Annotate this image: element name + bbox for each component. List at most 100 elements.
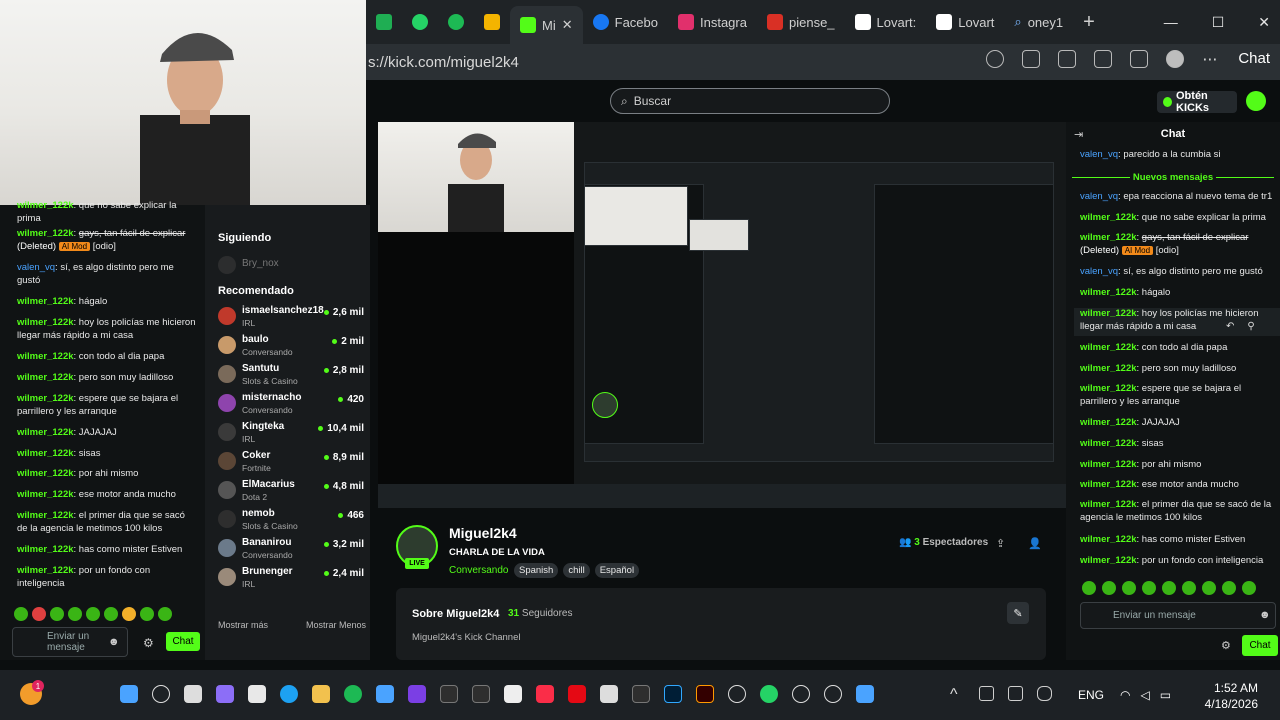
- app-icon[interactable]: [504, 685, 522, 703]
- chat-username[interactable]: wilmer_122k: [1080, 417, 1137, 428]
- chat-username[interactable]: wilmer_122k: [17, 372, 74, 383]
- chat-username[interactable]: valen_vq: [17, 262, 55, 273]
- photoshop-icon[interactable]: [664, 685, 682, 703]
- url-text[interactable]: s://kick.com/miguel2k4: [366, 54, 519, 71]
- recommended-item[interactable]: ismaelsanchez18 IRL 2,6 mil: [218, 305, 370, 334]
- folder-icon[interactable]: [312, 685, 330, 703]
- copilot-chat[interactable]: Chat: [1238, 50, 1270, 68]
- chat-username[interactable]: wilmer_122k: [1080, 287, 1137, 298]
- app-icon[interactable]: [856, 685, 874, 703]
- search-input[interactable]: ⌕ Buscar: [610, 88, 890, 114]
- recommended-item[interactable]: Santutu Slots & Casino 2,8 mil: [218, 363, 370, 392]
- chat-username[interactable]: wilmer_122k: [17, 489, 74, 500]
- recommended-item[interactable]: nemob Slots & Casino 466: [218, 508, 370, 537]
- tab-pdf[interactable]: piense_: [757, 5, 845, 39]
- tab-lovart-1[interactable]: Lovart:: [845, 5, 927, 39]
- language-indicator[interactable]: ENG: [1078, 688, 1104, 702]
- show-more-button[interactable]: Mostrar más: [218, 620, 268, 630]
- following-item[interactable]: Bry_nox: [218, 254, 370, 283]
- recommended-item[interactable]: Coker Fortnite 8,9 mil: [218, 450, 370, 479]
- chat-username[interactable]: wilmer_122k: [17, 296, 74, 307]
- tab-lovart-2[interactable]: Lovart: [926, 5, 1004, 39]
- get-kicks-button[interactable]: Obtén KICKs: [1157, 90, 1237, 114]
- emote-icon[interactable]: [14, 607, 28, 621]
- calculator-icon[interactable]: [600, 685, 618, 703]
- tab-icon-4[interactable]: [474, 5, 510, 39]
- media-player-icon[interactable]: [824, 685, 842, 703]
- search-icon[interactable]: [152, 685, 170, 703]
- minimize-icon[interactable]: —: [1164, 14, 1178, 31]
- chat-username[interactable]: wilmer_122k: [17, 317, 74, 328]
- calendar-icon[interactable]: [248, 685, 266, 703]
- channel-name[interactable]: Miguel2k4: [449, 525, 517, 541]
- emote-icon[interactable]: [1082, 581, 1096, 595]
- favorites-icon[interactable]: [1130, 50, 1149, 68]
- app-icon[interactable]: [408, 685, 426, 703]
- emote-icon[interactable]: [1222, 581, 1236, 595]
- chat-username[interactable]: wilmer_122k: [1080, 383, 1137, 394]
- update-icon[interactable]: [979, 686, 994, 701]
- profile-icon[interactable]: [1166, 50, 1185, 68]
- chat-username[interactable]: wilmer_122k: [17, 468, 74, 479]
- chat-username[interactable]: wilmer_122k: [17, 228, 74, 239]
- recommended-item[interactable]: misternacho Conversando 420: [218, 392, 370, 421]
- share-icon[interactable]: ⇪: [996, 537, 1005, 550]
- emoji-icon[interactable]: ☻: [108, 636, 120, 648]
- illustrator-icon[interactable]: [696, 685, 714, 703]
- task-view-icon[interactable]: [184, 685, 202, 703]
- emoji-icon[interactable]: ☻: [1259, 609, 1271, 622]
- chevron-up-icon[interactable]: ^: [950, 686, 965, 703]
- chat-username[interactable]: wilmer_122k: [17, 544, 74, 555]
- emote-icon[interactable]: [104, 607, 118, 621]
- chat-username[interactable]: wilmer_122k: [1080, 308, 1137, 319]
- maximize-icon[interactable]: ☐: [1212, 14, 1225, 31]
- chat-input[interactable]: Enviar un mensaje: [1080, 602, 1276, 629]
- address-bar[interactable]: s://kick.com/miguel2k4 ⋯ Chat: [366, 44, 1280, 80]
- emote-icon[interactable]: [122, 607, 136, 621]
- read-aloud-icon[interactable]: [1022, 50, 1041, 68]
- clock[interactable]: 1:52 AM 4/18/2026: [1205, 680, 1258, 712]
- edit-button[interactable]: ✎: [1007, 602, 1029, 624]
- chat-username[interactable]: wilmer_122k: [1080, 499, 1137, 510]
- zoom-icon[interactable]: [986, 50, 1005, 68]
- emote-icon[interactable]: [158, 607, 172, 621]
- chat-username[interactable]: wilmer_122k: [17, 448, 74, 459]
- edge-icon[interactable]: [280, 685, 298, 703]
- tag[interactable]: chill: [563, 563, 590, 578]
- left-chat-send-button[interactable]: Chat: [166, 632, 200, 651]
- tab-icon-1[interactable]: [366, 5, 402, 39]
- chat-send-button[interactable]: Chat: [1242, 635, 1278, 656]
- more-icon[interactable]: ⋯: [1202, 50, 1220, 68]
- tab-facebook[interactable]: Facebo: [583, 5, 668, 39]
- chat-username[interactable]: wilmer_122k: [1080, 479, 1137, 490]
- tab-instagram[interactable]: Instagra: [668, 5, 757, 39]
- tab-kick[interactable]: Mi ✕: [510, 6, 583, 44]
- tag[interactable]: Spanish: [514, 563, 559, 578]
- video-player[interactable]: [378, 122, 1066, 508]
- gear-icon[interactable]: ⚙: [143, 636, 154, 650]
- emote-icon[interactable]: [1182, 581, 1196, 595]
- extensions-icon[interactable]: [1094, 50, 1113, 68]
- favorite-icon[interactable]: [1058, 50, 1077, 68]
- tab-search[interactable]: ⌕ oney1: [1004, 5, 1073, 39]
- chat-username[interactable]: wilmer_122k: [17, 427, 74, 438]
- recommended-item[interactable]: Brunenger IRL 2,4 mil: [218, 566, 370, 595]
- chat-username[interactable]: wilmer_122k: [1080, 363, 1137, 374]
- chat-username[interactable]: wilmer_122k: [17, 351, 74, 362]
- chat-username[interactable]: valen_vq: [1080, 149, 1118, 160]
- recommended-item[interactable]: Kingteka IRL 10,4 mil: [218, 421, 370, 450]
- status-icons[interactable]: ◠ ◁ ▭: [1120, 688, 1171, 702]
- chat-username[interactable]: wilmer_122k: [1080, 438, 1137, 449]
- chat-username[interactable]: wilmer_122k: [1080, 212, 1137, 223]
- chat-username[interactable]: wilmer_122k: [1080, 459, 1137, 470]
- tag[interactable]: Español: [594, 563, 640, 578]
- emote-icon[interactable]: [1142, 581, 1156, 595]
- user-avatar[interactable]: [1246, 91, 1266, 111]
- recommended-item[interactable]: ElMacarius Dota 2 4,8 mil: [218, 479, 370, 508]
- stream-category[interactable]: Conversando: [449, 565, 508, 576]
- emote-icon[interactable]: [86, 607, 100, 621]
- whatsapp-icon[interactable]: [760, 685, 778, 703]
- emote-icon[interactable]: [32, 607, 46, 621]
- tab-icon-3[interactable]: [438, 5, 474, 39]
- music-icon[interactable]: [536, 685, 554, 703]
